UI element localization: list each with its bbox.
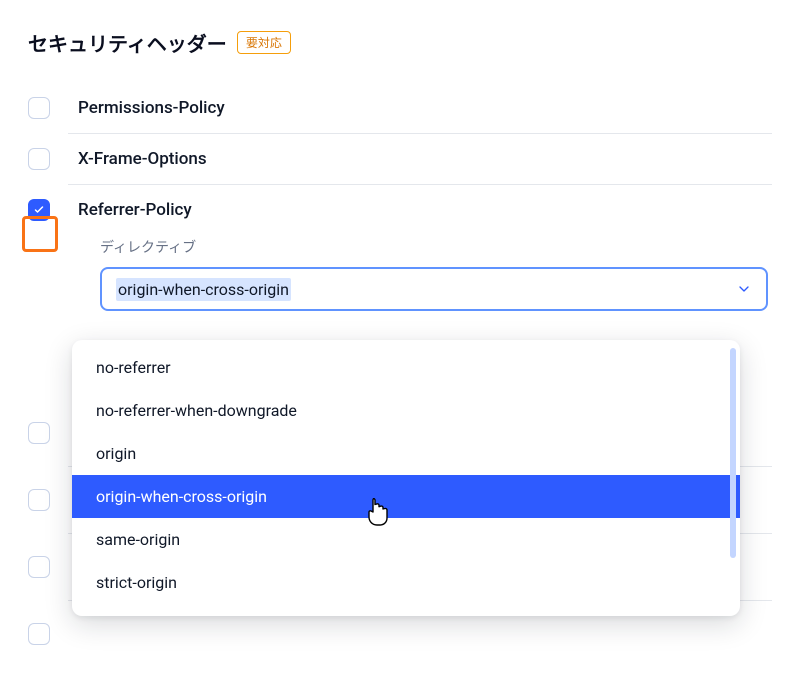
- checkbox-hidden[interactable]: [28, 489, 50, 511]
- checkbox-referrer-policy[interactable]: [28, 199, 50, 221]
- checkbox-hidden[interactable]: [28, 556, 50, 578]
- dropdown-option-selected[interactable]: origin-when-cross-origin: [72, 475, 740, 518]
- dropdown-option[interactable]: strict-origin: [72, 561, 740, 604]
- directive-label: ディレクティブ: [100, 237, 772, 257]
- checkbox-hidden[interactable]: [28, 623, 50, 645]
- checkbox-permissions-policy[interactable]: [28, 97, 50, 119]
- directive-selected-value: origin-when-cross-origin: [116, 278, 291, 301]
- directive-subsection: ディレクティブ origin-when-cross-origin: [68, 237, 772, 311]
- header-label: Permissions-Policy: [78, 98, 225, 118]
- header-row-referrer-policy: Referrer-Policy: [28, 185, 772, 235]
- dropdown-option[interactable]: same-origin: [72, 518, 740, 561]
- header-row-x-frame-options: X-Frame-Options: [28, 134, 772, 184]
- checkbox-x-frame-options[interactable]: [28, 148, 50, 170]
- header-label: X-Frame-Options: [78, 149, 207, 169]
- scrollbar[interactable]: [730, 348, 736, 558]
- checkbox-hidden[interactable]: [28, 422, 50, 444]
- header-label: Referrer-Policy: [78, 200, 192, 220]
- dropdown-option[interactable]: no-referrer-when-downgrade: [72, 389, 740, 432]
- chevron-down-icon: [736, 281, 752, 297]
- status-badge: 要対応: [237, 31, 291, 54]
- header-row-permissions-policy: Permissions-Policy: [28, 83, 772, 133]
- dropdown-option[interactable]: origin: [72, 432, 740, 475]
- directive-dropdown: no-referrer no-referrer-when-downgrade o…: [72, 340, 740, 616]
- dropdown-option[interactable]: no-referrer: [72, 346, 740, 389]
- section-header: セキュリティヘッダー 要対応: [28, 28, 772, 57]
- section-title: セキュリティヘッダー: [28, 28, 227, 57]
- directive-select[interactable]: origin-when-cross-origin: [100, 267, 768, 311]
